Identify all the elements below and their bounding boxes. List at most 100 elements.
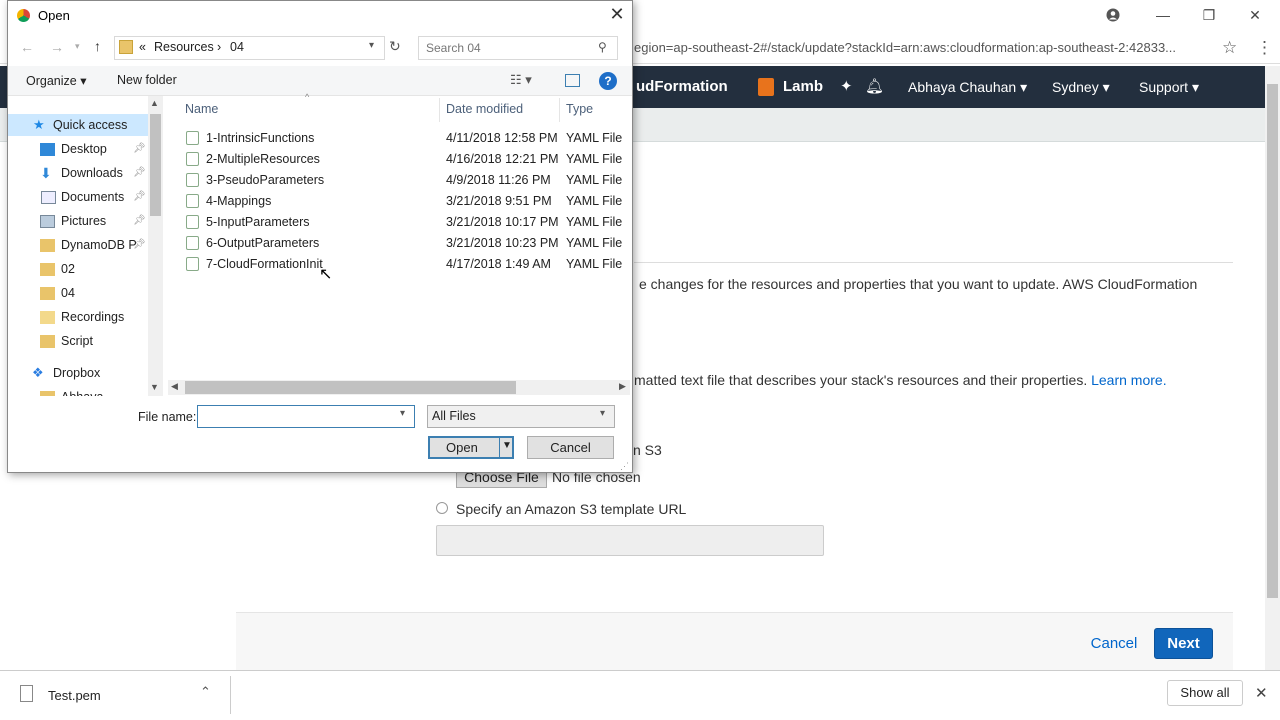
column-divider[interactable]: [559, 98, 560, 122]
desktop-icon: [40, 143, 55, 156]
folder-icon: [40, 287, 55, 300]
cancel-link[interactable]: Cancel: [1088, 628, 1140, 659]
chevron-down-icon[interactable]: ▼: [502, 440, 512, 451]
show-all-button[interactable]: Show all: [1167, 680, 1243, 706]
file-date: 3/21/2018 10:23 PM: [446, 236, 559, 250]
pin-icon: 📌︎: [133, 167, 146, 178]
forward-arrow-icon[interactable]: →: [50, 39, 64, 55]
file-row[interactable]: 7-CloudFormationInit 4/17/2018 1:49 AM Y…: [183, 254, 628, 275]
chevron-down-icon[interactable]: ▾: [369, 40, 374, 51]
nav-item-dynamodb[interactable]: DynamoDB P 📌︎: [8, 234, 148, 256]
column-divider[interactable]: [439, 98, 440, 122]
chevron-up-icon[interactable]: ⌃: [200, 684, 211, 700]
file-name: 1-IntrinsicFunctions: [206, 131, 315, 145]
s3-url-radio[interactable]: [436, 502, 448, 514]
split-divider: [499, 438, 500, 457]
file-type-filter[interactable]: All Files: [427, 405, 615, 428]
nav-scrollbar-thumb[interactable]: [150, 114, 161, 216]
chevron-down-icon[interactable]: ▾: [600, 408, 605, 419]
nav-item-abhaya[interactable]: Abhaya: [8, 386, 148, 396]
address-bar[interactable]: egion=ap-southeast-2#/stack/update?stack…: [632, 35, 1216, 61]
scroll-up-icon[interactable]: ▲: [150, 98, 159, 108]
file-name: 2-MultipleResources: [206, 152, 320, 166]
yaml-file-icon: [186, 257, 199, 271]
view-options-icon[interactable]: ☷ ▾: [510, 72, 532, 88]
refresh-icon[interactable]: ↻: [389, 38, 401, 55]
nav-item-documents[interactable]: Documents 📌︎: [8, 186, 148, 208]
column-header-type[interactable]: Type: [566, 102, 593, 116]
menu-icon[interactable]: ⋮: [1256, 38, 1273, 58]
nav-item-04[interactable]: 04: [8, 282, 148, 304]
up-arrow-icon[interactable]: ↑: [94, 38, 101, 54]
nav-item-downloads[interactable]: ⬇ Downloads 📌︎: [8, 162, 148, 184]
scroll-left-icon[interactable]: ◀: [171, 381, 178, 392]
search-input[interactable]: Search 04: [418, 36, 618, 60]
next-button[interactable]: Next: [1154, 628, 1213, 659]
close-icon[interactable]: ✕: [605, 4, 629, 26]
pictures-icon: [40, 215, 55, 228]
nav-label: Downloads: [61, 166, 123, 180]
dialog-cancel-button[interactable]: Cancel: [527, 436, 614, 459]
column-header-date[interactable]: Date modified: [446, 102, 523, 116]
file-type: YAML File: [566, 215, 623, 229]
s3-url-input[interactable]: [436, 525, 824, 556]
bell-icon[interactable]: 🔔︎: [865, 66, 884, 108]
learn-more-link[interactable]: Learn more.: [1091, 372, 1166, 388]
template-desc-text: matted text file that describes your sta…: [634, 372, 1088, 388]
file-row[interactable]: 4-Mappings 3/21/2018 9:51 PM YAML File: [183, 191, 628, 212]
user-menu[interactable]: Abhaya Chauhan ▾: [908, 66, 1027, 108]
nav-item-dropbox[interactable]: ❖ Dropbox: [8, 362, 148, 384]
file-row[interactable]: 2-MultipleResources 4/16/2018 12:21 PM Y…: [183, 149, 628, 170]
file-name: 4-Mappings: [206, 194, 272, 208]
path-segment-04[interactable]: 04: [230, 40, 244, 54]
file-row[interactable]: 3-PseudoParameters 4/9/2018 11:26 PM YAM…: [183, 170, 628, 191]
help-icon[interactable]: ?: [599, 72, 617, 90]
search-icon[interactable]: ⚲: [598, 40, 607, 54]
back-arrow-icon[interactable]: ←: [20, 39, 34, 55]
page-scrollbar-thumb[interactable]: [1267, 84, 1278, 598]
chevron-down-icon[interactable]: ▾: [400, 408, 405, 419]
scroll-right-icon[interactable]: ▶: [619, 381, 626, 392]
download-item-name[interactable]: Test.pem: [48, 688, 101, 703]
column-header-name[interactable]: Name: [185, 102, 218, 116]
nav-item-desktop[interactable]: Desktop 📌︎: [8, 138, 148, 160]
restore-icon[interactable]: ❐: [1186, 0, 1232, 30]
filename-input[interactable]: [197, 405, 415, 428]
file-type: YAML File: [566, 194, 623, 208]
path-prefix[interactable]: «: [139, 40, 146, 54]
nav-item-02[interactable]: 02: [8, 258, 148, 280]
yaml-file-icon: [186, 236, 199, 250]
file-date: 4/17/2018 1:49 AM: [446, 257, 551, 271]
bookmark-star-icon[interactable]: ☆: [1222, 38, 1237, 58]
nav-item-script[interactable]: Script: [8, 330, 148, 352]
path-segment-resources[interactable]: Resources: [154, 40, 214, 54]
file-row[interactable]: 1-IntrinsicFunctions 4/11/2018 12:58 PM …: [183, 128, 628, 149]
profile-icon[interactable]: [1090, 0, 1136, 30]
file-row[interactable]: 6-OutputParameters 3/21/2018 10:23 PM YA…: [183, 233, 628, 254]
pin-icon: 📌︎: [133, 215, 146, 226]
resize-grip-icon[interactable]: ⋰: [620, 461, 629, 472]
nav-label: DynamoDB P: [61, 238, 137, 252]
chevron-down-icon[interactable]: ▾: [75, 41, 80, 52]
region-menu[interactable]: Sydney ▾: [1052, 66, 1110, 108]
yaml-file-icon: [186, 173, 199, 187]
support-menu[interactable]: Support ▾: [1139, 66, 1199, 108]
nav-item-recordings[interactable]: Recordings: [8, 306, 148, 328]
service-name[interactable]: udFormation: [636, 66, 728, 108]
new-folder-button[interactable]: New folder: [117, 73, 177, 87]
file-date: 3/21/2018 10:17 PM: [446, 215, 559, 229]
close-downloads-icon[interactable]: ✕: [1255, 684, 1268, 702]
horizontal-scrollbar-thumb[interactable]: [185, 381, 516, 394]
organize-button[interactable]: Organize ▾: [26, 73, 86, 88]
lambda-shortcut[interactable]: Lamb: [783, 66, 823, 108]
close-window-icon[interactable]: ✕: [1232, 0, 1278, 30]
pin-icon[interactable]: ✦: [840, 66, 853, 108]
nav-item-pictures[interactable]: Pictures 📌︎: [8, 210, 148, 232]
nav-item-quick-access[interactable]: ★ Quick access: [8, 114, 148, 136]
preview-pane-icon[interactable]: [565, 74, 580, 87]
template-description: matted text file that describes your sta…: [634, 372, 1167, 388]
scroll-down-icon[interactable]: ▼: [150, 382, 159, 392]
minimize-icon[interactable]: —: [1140, 0, 1186, 30]
file-row[interactable]: 5-InputParameters 3/21/2018 10:17 PM YAM…: [183, 212, 628, 233]
chrome-icon: [17, 9, 30, 22]
